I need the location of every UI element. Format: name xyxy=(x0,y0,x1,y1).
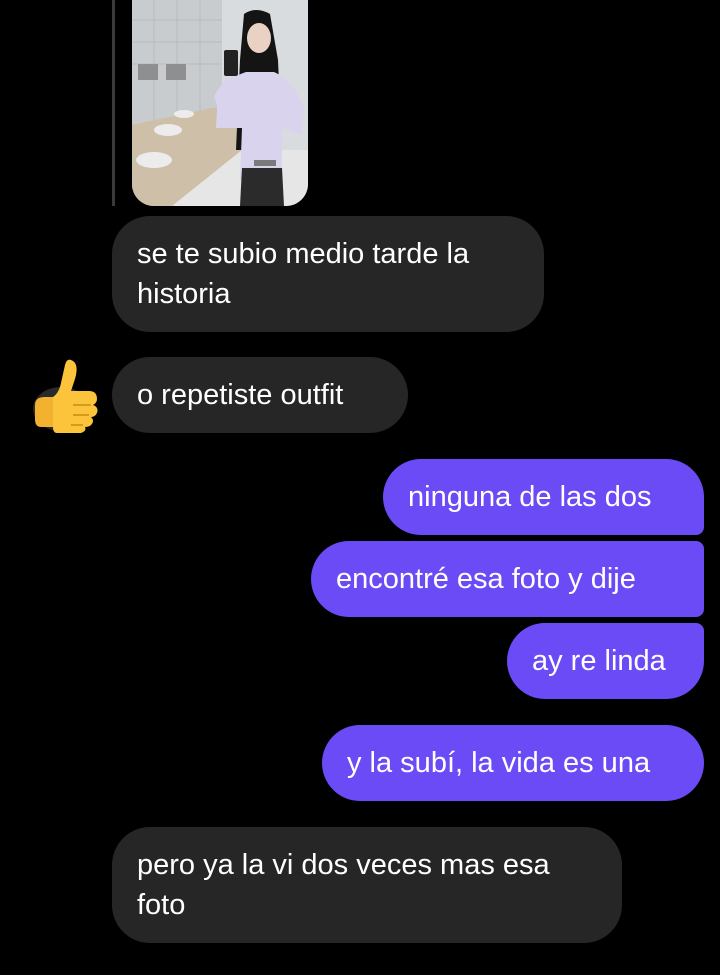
message-bubble-incoming[interactable]: se te subio medio tarde la historia xyxy=(112,216,544,332)
story-reply-bar xyxy=(112,0,115,206)
chat-thread: se te subio medio tarde la historia o re… xyxy=(0,0,720,975)
message-bubble-incoming[interactable]: o repetiste outfit xyxy=(112,357,408,433)
message-bubble-outgoing[interactable]: encontré esa foto y dije xyxy=(311,541,704,617)
mirror-selfie-image xyxy=(132,0,308,206)
message-text: se te subio medio tarde la historia xyxy=(137,238,470,310)
message-text: encontré esa foto y dije xyxy=(336,563,636,595)
message-text: y la subí, la vida es una xyxy=(347,747,651,779)
thumbs-up-reaction-icon[interactable] xyxy=(31,357,103,433)
message-bubble-outgoing[interactable]: ninguna de las dos xyxy=(383,459,704,535)
message-bubble-outgoing[interactable]: y la subí, la vida es una xyxy=(322,725,704,801)
message-text: pero ya la vi dos veces mas esa foto xyxy=(137,849,550,921)
message-bubble-outgoing[interactable]: ay re linda xyxy=(507,623,704,699)
story-photo-thumbnail[interactable] xyxy=(132,0,308,206)
message-bubble-incoming[interactable]: pero ya la vi dos veces mas esa foto xyxy=(112,827,622,943)
message-text: ay re linda xyxy=(532,645,666,677)
message-text: o repetiste outfit xyxy=(137,379,344,411)
message-text: ninguna de las dos xyxy=(408,481,652,513)
